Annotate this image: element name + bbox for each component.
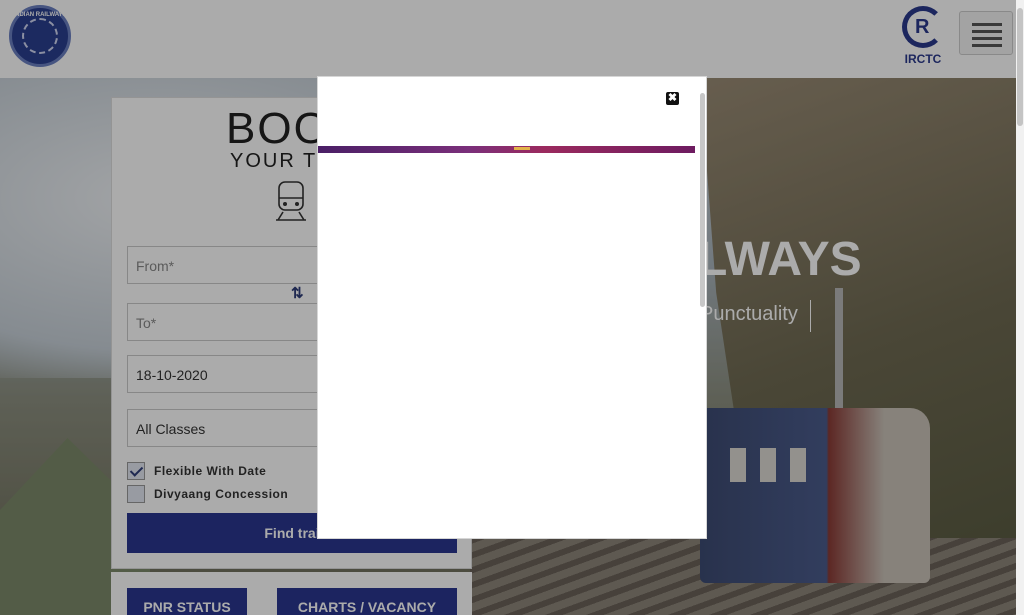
close-icon[interactable]: ✖ <box>666 92 679 105</box>
modal-banner-image <box>318 146 695 153</box>
banner-decoration <box>514 147 530 150</box>
popup-modal: ✖ <box>317 76 707 539</box>
modal-scrollbar[interactable] <box>700 93 705 307</box>
page-scrollbar-thumb[interactable] <box>1017 8 1023 126</box>
page-scrollbar[interactable] <box>1016 0 1024 615</box>
